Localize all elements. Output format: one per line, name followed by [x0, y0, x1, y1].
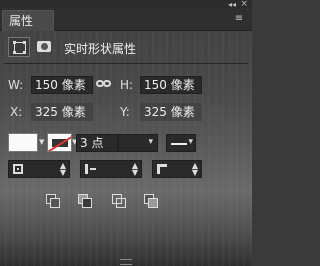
- height-field[interactable]: 150 像素: [140, 76, 202, 94]
- fill-color-swatch[interactable]: [8, 133, 38, 152]
- x-field[interactable]: 325 像素: [31, 103, 93, 121]
- height-label: H:: [120, 78, 134, 92]
- y-label: Y:: [120, 105, 130, 119]
- exclude-shapes-button[interactable]: [144, 194, 158, 208]
- y-field[interactable]: 325 像素: [140, 103, 202, 121]
- panel-top-bar: ◂◂ ×: [0, 0, 252, 9]
- width-label: W:: [8, 78, 24, 92]
- tab-properties[interactable]: 属性: [2, 10, 54, 31]
- width-field[interactable]: 150 像素: [31, 76, 93, 94]
- stroke-type-dropdown[interactable]: ▾: [166, 134, 196, 152]
- panel-title: 实时形状属性: [64, 42, 137, 56]
- spinner-icon: ▲ ▼: [131, 161, 138, 177]
- fill-dropdown-icon[interactable]: ▼: [39, 138, 44, 146]
- divider: [4, 63, 248, 64]
- panel-menu-icon[interactable]: ≡: [232, 13, 246, 25]
- stroke-color-swatch[interactable]: [47, 133, 72, 152]
- chevron-down-icon: ▾: [188, 137, 193, 147]
- stroke-join-dropdown[interactable]: ▲ ▼: [152, 160, 202, 178]
- stroke-width-dropdown[interactable]: ▾: [118, 134, 158, 152]
- resize-grip-icon[interactable]: [120, 259, 132, 265]
- stroke-line-icon: [171, 143, 187, 145]
- x-label: X:: [10, 105, 23, 119]
- line-join-icon: [157, 164, 167, 174]
- mask-icon[interactable]: [34, 37, 56, 57]
- stroke-cap-dropdown[interactable]: ▲ ▼: [80, 160, 142, 178]
- spinner-icon: ▲ ▼: [59, 161, 66, 177]
- link-icon[interactable]: [95, 77, 113, 91]
- combine-shapes-button[interactable]: [46, 194, 60, 208]
- subtract-shapes-button[interactable]: [78, 194, 92, 208]
- line-cap-icon: [85, 164, 96, 174]
- spinner-icon: ▲ ▼: [191, 161, 198, 177]
- stroke-align-dropdown[interactable]: ▲ ▼: [8, 160, 70, 178]
- chevron-down-icon: ▾: [148, 137, 153, 147]
- stroke-width-field[interactable]: 3 点: [76, 134, 118, 152]
- shape-bounds-icon[interactable]: [8, 37, 30, 57]
- align-inside-icon: [13, 164, 23, 174]
- intersect-shapes-button[interactable]: [112, 194, 126, 208]
